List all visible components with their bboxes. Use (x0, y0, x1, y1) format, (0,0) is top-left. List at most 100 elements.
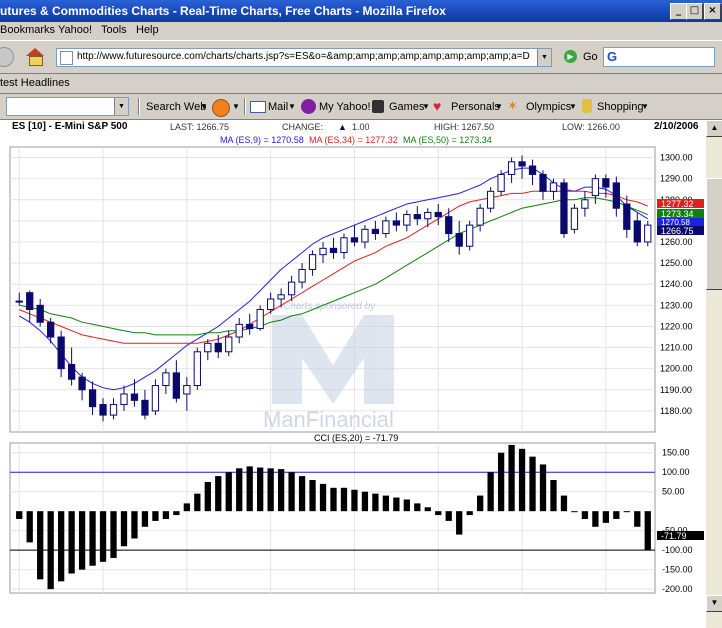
cci-bar (99, 511, 107, 562)
home-icon[interactable] (26, 48, 44, 66)
candle-body (623, 203, 631, 230)
sponsor-watermark: Charts sponsored by ManFinancial (263, 301, 394, 432)
search-box[interactable]: G (603, 47, 715, 67)
close-button[interactable]: × (704, 3, 721, 20)
cci-bar (298, 476, 306, 512)
candle (235, 318, 243, 344)
yahoo-search-input[interactable]: ▼ (6, 97, 129, 116)
cci-axis-ticks: 150.00100.0050.00-50.00-100.00-150.00-20… (662, 448, 693, 594)
candle-body (246, 323, 254, 330)
candle-body (633, 220, 641, 243)
url-bar[interactable]: http://www.futuresource.com/charts/chart… (56, 48, 552, 67)
cci-bar (581, 511, 589, 519)
candle-body (528, 165, 537, 175)
page-content: ES [10] - E-Mini S&P 500 LAST: 1266.75 C… (0, 120, 706, 628)
candle-body (549, 182, 558, 192)
cci-gridlines (10, 443, 655, 593)
personals-icon[interactable]: ♥ (433, 99, 441, 113)
url-dropdown-icon[interactable]: ▼ (537, 49, 551, 66)
cci-bar (277, 469, 285, 512)
candle-body (403, 214, 411, 226)
price-chart: Charts sponsored by ManFinancial MA (ES,… (9, 135, 704, 594)
candle-body (413, 214, 421, 220)
cci-value-tag-text: -71.79 (661, 531, 687, 541)
menu-tools[interactable]: Tools (101, 24, 127, 36)
mail-icon[interactable] (250, 101, 266, 113)
window-title: utures & Commodities Charts - Real-Time … (0, 4, 446, 18)
price-tick-label: 1240.00 (660, 279, 693, 289)
candle (466, 220, 474, 251)
cci-bar (518, 448, 526, 512)
candle-body (120, 393, 128, 406)
scroll-down-icon[interactable]: ▼ (706, 595, 722, 612)
ma50-legend: MA (ES,50) = 1273.34 (403, 135, 492, 145)
candle (518, 155, 526, 179)
shopping-dropdown-icon[interactable]: ▼ (641, 102, 649, 111)
cci-bar (487, 472, 494, 512)
menu-bookmarks[interactable]: Bookmarks (0, 24, 55, 36)
cci-panel-frame (9, 442, 656, 594)
cci-bar (78, 511, 86, 570)
cci-bar (414, 503, 421, 512)
price-tick-label: 1210.00 (660, 343, 693, 353)
personals-dropdown-icon[interactable]: ▼ (495, 102, 503, 111)
crosshair-dropdown-icon[interactable]: ▼ (232, 102, 240, 111)
mail-dropdown-icon[interactable]: ▼ (288, 102, 296, 111)
candle-body (277, 294, 285, 300)
mail-button[interactable]: Mail (268, 101, 288, 113)
candle-body (392, 220, 400, 226)
personals-button[interactable]: Personals (451, 101, 500, 113)
candle-body (455, 233, 463, 247)
crosshair-icon[interactable] (212, 99, 230, 117)
candle-body (151, 385, 160, 412)
go-icon[interactable]: ▶ (564, 50, 577, 63)
cci-bar (16, 511, 23, 519)
cci-bar (173, 511, 180, 516)
search-dropdown-icon[interactable]: ▼ (114, 98, 128, 115)
price-tick-label: 1190.00 (660, 385, 692, 395)
ma34-tag-text: 1277.32 (661, 199, 694, 209)
stop-icon[interactable] (0, 47, 14, 67)
candle (539, 170, 547, 200)
candle (486, 187, 495, 213)
bookmark-latest-headlines[interactable]: test Headlines (0, 77, 70, 89)
candle (256, 305, 264, 331)
cci-tick-label: 100.00 (662, 467, 690, 477)
scroll-up-icon[interactable]: ▲ (706, 120, 722, 137)
cci-bar (466, 511, 473, 516)
yahoo-toolbar: ▼ Search Web ▼ ▼ Mail ▼ My Yahoo! Games … (0, 94, 722, 120)
candle-body (434, 211, 442, 218)
candle-body (172, 372, 181, 399)
shopping-button[interactable]: Shopping (597, 101, 644, 113)
search-web-button[interactable]: Search Web (146, 101, 206, 113)
my-yahoo-button[interactable]: My Yahoo! (319, 101, 371, 113)
my-yahoo-icon[interactable] (301, 99, 316, 114)
candle (204, 339, 212, 361)
price-tick-label: 1180.00 (660, 406, 692, 416)
games-icon[interactable] (372, 100, 384, 113)
olympics-icon[interactable]: ✶ (507, 99, 518, 113)
cci-bar (560, 495, 568, 512)
scroll-thumb[interactable] (706, 178, 722, 290)
candle-body (340, 237, 348, 254)
menu-yahoo[interactable]: Yahoo! (58, 24, 92, 36)
cci-bar (183, 503, 190, 512)
menu-help[interactable]: Help (136, 24, 159, 36)
maximize-button[interactable]: □ (686, 3, 703, 20)
vertical-scrollbar[interactable]: ▲ ▼ (706, 120, 722, 628)
candle (130, 379, 139, 407)
games-button[interactable]: Games (389, 101, 424, 113)
olympics-button[interactable]: Olympics (526, 101, 571, 113)
candle (570, 204, 579, 234)
shopping-icon[interactable] (582, 99, 592, 113)
search-web-dropdown-icon[interactable]: ▼ (200, 102, 208, 111)
candle (308, 250, 317, 276)
candle-body (497, 173, 505, 192)
olympics-dropdown-icon[interactable]: ▼ (569, 102, 577, 111)
cci-bar (592, 511, 599, 527)
cci-bar (319, 483, 327, 512)
games-dropdown-icon[interactable]: ▼ (422, 102, 430, 111)
minimize-button[interactable]: _ (670, 3, 687, 20)
cci-bar (508, 444, 515, 512)
go-button[interactable]: Go (583, 51, 598, 63)
